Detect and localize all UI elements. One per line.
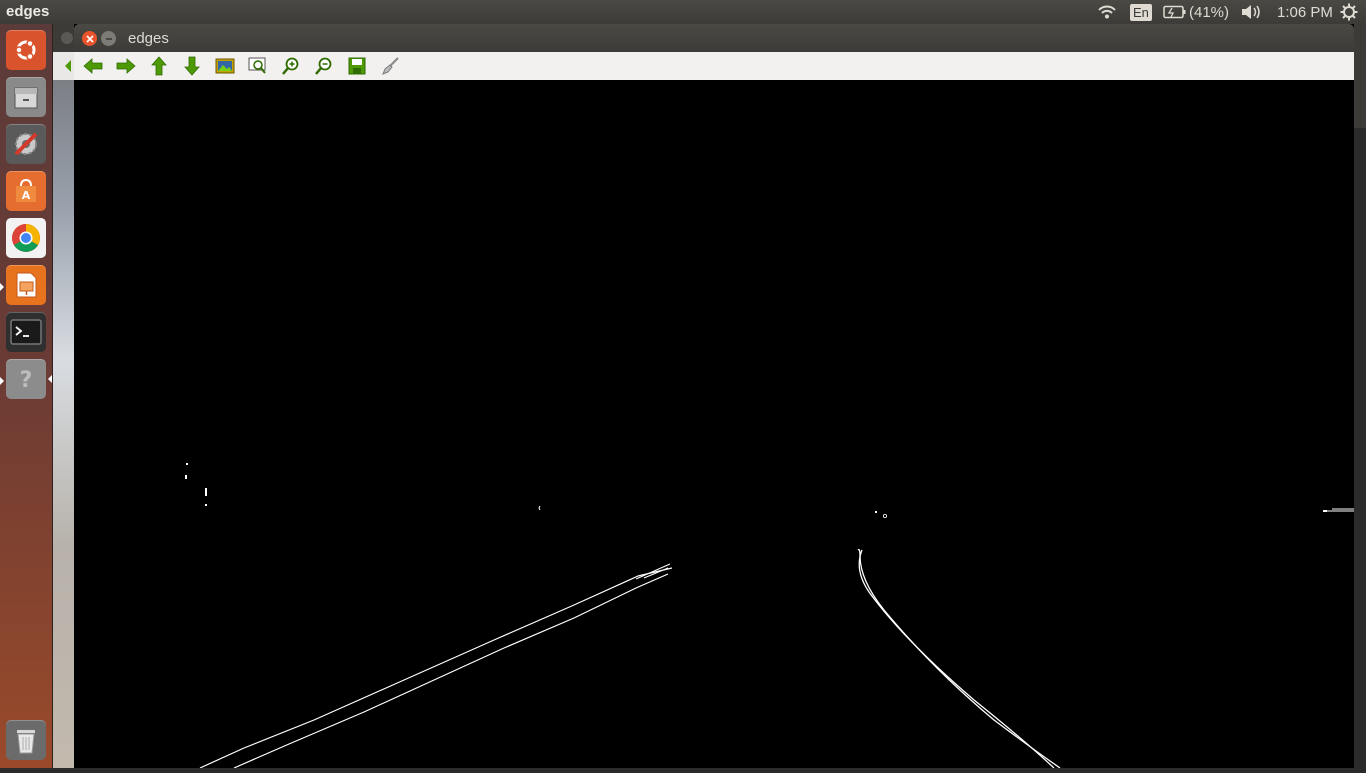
top-panel: edges En (41%) 1:06 PM [0, 0, 1366, 24]
system-settings-icon[interactable] [6, 124, 46, 164]
clock[interactable]: 1:06 PM [1277, 3, 1333, 21]
zoom-fit-icon[interactable] [247, 55, 269, 77]
back-arrow-icon[interactable] [82, 55, 104, 77]
active-app-title: edges [6, 3, 50, 20]
software-center-icon[interactable]: A [6, 171, 46, 211]
close-button[interactable] [82, 31, 97, 46]
volume-icon[interactable] [1240, 3, 1262, 21]
terminal-icon[interactable] [6, 312, 46, 352]
trash-icon[interactable] [6, 720, 46, 760]
running-indicator [0, 377, 4, 385]
launcher: A ? [0, 24, 53, 768]
chrome-icon[interactable] [6, 218, 46, 258]
zoom-out-icon[interactable] [313, 55, 335, 77]
window-titlebar[interactable]: edges [74, 24, 1354, 52]
window-title: edges [128, 30, 169, 47]
language-indicator[interactable]: En [1130, 3, 1152, 21]
minimize-button[interactable] [101, 31, 116, 46]
background-window-titlebar [53, 24, 75, 80]
running-indicator [0, 283, 4, 291]
battery-icon[interactable] [1163, 3, 1187, 21]
svg-text:A: A [22, 189, 31, 202]
desktop-wallpaper [53, 24, 75, 768]
ubuntu-dash-icon[interactable] [6, 30, 46, 70]
down-arrow-icon[interactable] [181, 55, 203, 77]
toolbar [74, 52, 1354, 81]
active-indicator [48, 375, 52, 383]
gear-icon[interactable] [1340, 3, 1358, 21]
image-viewer-window: edges [74, 24, 1354, 769]
wifi-icon[interactable] [1097, 3, 1117, 21]
image-canvas [74, 80, 1354, 769]
files-icon[interactable] [6, 77, 46, 117]
svg-text:?: ? [20, 368, 33, 393]
language-label: En [1130, 3, 1152, 21]
unknown-app-icon[interactable]: ? [6, 359, 46, 399]
background-window-edge [1354, 24, 1366, 768]
save-icon[interactable] [346, 55, 368, 77]
image-icon[interactable] [214, 55, 236, 77]
forward-arrow-icon[interactable] [115, 55, 137, 77]
edge-image [185, 463, 1354, 769]
up-arrow-icon[interactable] [148, 55, 170, 77]
properties-brush-icon[interactable] [379, 55, 401, 77]
zoom-in-icon[interactable] [280, 55, 302, 77]
battery-percentage: (41%) [1189, 3, 1230, 21]
libreoffice-impress-icon[interactable] [6, 265, 46, 305]
